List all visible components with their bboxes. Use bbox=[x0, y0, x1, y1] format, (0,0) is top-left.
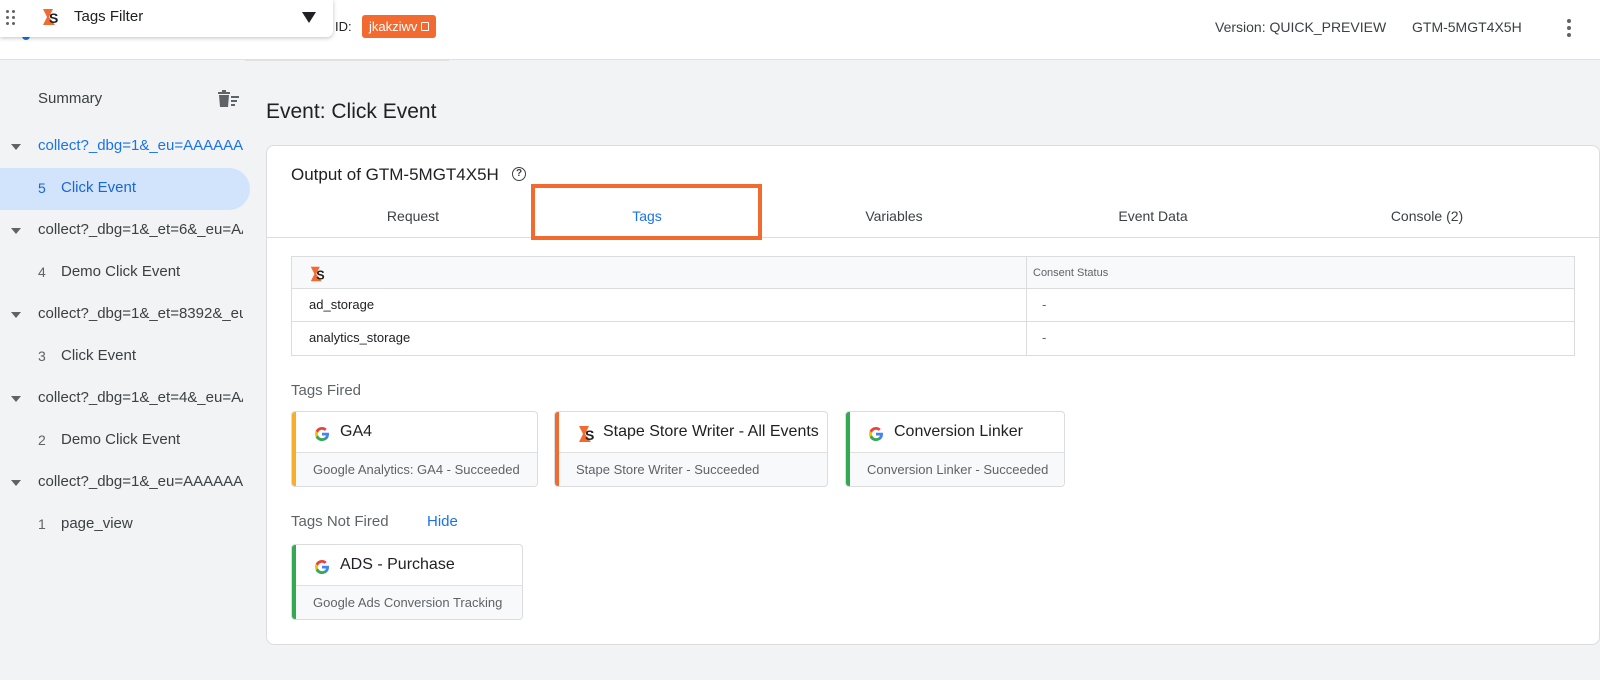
tag-card-footer: Stape Store Writer - Succeeded bbox=[559, 453, 827, 486]
page-title: Event: Click Event bbox=[266, 100, 437, 123]
copy-icon[interactable] bbox=[421, 22, 430, 31]
tab-event-data[interactable]: Event Data bbox=[1103, 208, 1203, 224]
hide-link[interactable]: Hide bbox=[427, 513, 458, 530]
tag-card-footer: Conversion Linker - Succeeded bbox=[850, 453, 1064, 486]
svg-text:S: S bbox=[49, 10, 58, 26]
consent-row: ad_storage - bbox=[292, 289, 1574, 322]
consent-table: S Consent Status ad_storage - analytics_… bbox=[291, 256, 1575, 356]
tags-filter-dropdown[interactable]: S Tags Filter bbox=[0, 0, 333, 37]
sidebar-event-item[interactable]: 4 Demo Click Event bbox=[0, 252, 250, 294]
sidebar-summary[interactable]: Summary bbox=[38, 90, 102, 107]
sidebar-request-item[interactable]: collect?_dbg=1&_eu=AAAAAAQ&_ bbox=[0, 462, 250, 504]
tags-not-fired-label: Tags Not Fired bbox=[291, 513, 389, 530]
tag-name: GA4 bbox=[340, 423, 373, 440]
tag-subtitle: Conversion Linker - Succeeded bbox=[867, 462, 1049, 477]
request-url: collect?_dbg=1&_eu=AAAAAAQ&_ bbox=[38, 137, 243, 154]
request-url: collect?_dbg=1&_et=8392&_eu=A bbox=[38, 305, 243, 322]
request-url: collect?_dbg=1&_et=4&_eu=AAAA bbox=[38, 389, 243, 406]
sidebar-event-item[interactable]: 3 Click Event bbox=[0, 336, 250, 378]
output-card: Output of GTM-5MGT4X5H ? Request Tags Va… bbox=[266, 145, 1600, 645]
consent-header-logo: S bbox=[292, 257, 1027, 288]
tag-card-ga4[interactable]: GA4 Google Analytics: GA4 - Succeeded bbox=[291, 411, 538, 487]
sidebar-event-item[interactable]: 1 page_view bbox=[0, 504, 250, 546]
google-icon bbox=[315, 560, 329, 574]
tab-bar: Request Tags Variables Event Data Consol… bbox=[267, 184, 1600, 240]
sidebar-request-item[interactable]: collect?_dbg=1&_et=6&_eu=AAAA bbox=[0, 210, 250, 252]
more-menu-icon[interactable] bbox=[1562, 16, 1576, 40]
tag-name: ADS - Purchase bbox=[340, 556, 455, 573]
tab-highlight-box bbox=[531, 184, 762, 240]
event-number: 2 bbox=[38, 432, 46, 448]
expand-arrow-icon[interactable] bbox=[11, 312, 21, 318]
event-number: 1 bbox=[38, 516, 46, 532]
expand-arrow-icon[interactable] bbox=[11, 396, 21, 402]
tag-card-ads-purchase[interactable]: ADS - Purchase Google Ads Conversion Tra… bbox=[291, 544, 523, 620]
container-id: GTM-5MGT4X5H bbox=[1412, 19, 1522, 35]
sidebar-event-item[interactable]: 5 Click Event bbox=[0, 168, 250, 210]
consent-type: analytics_storage bbox=[292, 322, 1027, 355]
stape-icon: S bbox=[579, 426, 594, 443]
dropdown-caret-icon[interactable] bbox=[302, 12, 316, 23]
expand-arrow-icon[interactable] bbox=[11, 228, 21, 234]
id-badge[interactable]: jkakziwv bbox=[362, 15, 437, 38]
id-label: ID: bbox=[335, 19, 352, 34]
stape-logo-icon: S bbox=[43, 9, 58, 26]
svg-text:S: S bbox=[585, 427, 594, 443]
consent-row: analytics_storage - bbox=[292, 322, 1574, 355]
tag-card-header: S Stape Store Writer - All Events bbox=[559, 412, 827, 453]
event-name: page_view bbox=[61, 515, 133, 532]
tag-card-header: Conversion Linker bbox=[850, 412, 1064, 453]
google-icon bbox=[315, 427, 329, 441]
sidebar-request-item[interactable]: collect?_dbg=1&_et=8392&_eu=A bbox=[0, 294, 250, 336]
sidebar-request-item[interactable]: collect?_dbg=1&_et=4&_eu=AAAA bbox=[0, 378, 250, 420]
help-icon[interactable]: ? bbox=[512, 167, 526, 181]
header-divider bbox=[245, 59, 449, 61]
tag-subtitle: Stape Store Writer - Succeeded bbox=[576, 462, 760, 477]
sidebar-event-item[interactable]: 2 Demo Click Event bbox=[0, 420, 250, 462]
consent-header-row: S Consent Status bbox=[292, 257, 1574, 289]
event-name: Click Event bbox=[61, 179, 137, 196]
event-number: 3 bbox=[38, 348, 46, 364]
tag-card-footer: Google Analytics: GA4 - Succeeded bbox=[296, 453, 537, 486]
clear-trash-icon[interactable] bbox=[216, 89, 240, 109]
tag-card-conversion-linker[interactable]: Conversion Linker Conversion Linker - Su… bbox=[845, 411, 1065, 487]
tag-card-header: GA4 bbox=[296, 412, 537, 453]
sidebar-request-item[interactable]: collect?_dbg=1&_eu=AAAAAAQ&_ bbox=[0, 126, 250, 168]
consent-type: ad_storage bbox=[292, 289, 1027, 321]
sidebar: Summary collect?_dbg=1&_eu=AAAAAAQ&_ 5 C… bbox=[0, 61, 250, 680]
tag-card-footer: Google Ads Conversion Tracking bbox=[296, 586, 522, 619]
tag-name: Conversion Linker bbox=[894, 423, 1023, 440]
output-title: Output of GTM-5MGT4X5H bbox=[291, 165, 499, 184]
version-label: Version: QUICK_PREVIEW bbox=[1215, 19, 1387, 35]
event-number: 4 bbox=[38, 264, 46, 280]
event-name: Click Event bbox=[61, 347, 137, 364]
event-number: 5 bbox=[38, 180, 46, 196]
tag-subtitle: Google Ads Conversion Tracking bbox=[313, 595, 503, 610]
expand-arrow-icon[interactable] bbox=[11, 144, 21, 150]
tags-filter-title: Tags Filter bbox=[74, 8, 144, 25]
svg-text:S: S bbox=[316, 268, 324, 282]
request-url: collect?_dbg=1&_et=6&_eu=AAAA bbox=[38, 221, 243, 238]
expand-arrow-icon[interactable] bbox=[11, 480, 21, 486]
tab-variables[interactable]: Variables bbox=[844, 208, 944, 224]
tags-fired-label: Tags Fired bbox=[291, 382, 362, 399]
request-url: collect?_dbg=1&_eu=AAAAAAQ&_ bbox=[38, 473, 243, 490]
tag-name: Stape Store Writer - All Events bbox=[603, 423, 819, 440]
stape-logo-icon: S bbox=[310, 266, 325, 282]
event-name: Demo Click Event bbox=[61, 431, 181, 448]
tab-console[interactable]: Console (2) bbox=[1377, 208, 1477, 224]
id-value: jkakziwv bbox=[369, 19, 418, 34]
consent-status: - bbox=[1042, 297, 1047, 312]
tag-subtitle: Google Analytics: GA4 - Succeeded bbox=[313, 462, 520, 477]
consent-status: - bbox=[1042, 330, 1047, 345]
consent-status-header: Consent Status bbox=[1033, 267, 1109, 279]
tag-card-header: ADS - Purchase bbox=[296, 545, 522, 586]
tab-request[interactable]: Request bbox=[373, 208, 453, 224]
drag-handle-icon[interactable] bbox=[6, 10, 16, 26]
event-name: Demo Click Event bbox=[61, 263, 181, 280]
tag-card-stape-store-writer[interactable]: S Stape Store Writer - All Events Stape … bbox=[554, 411, 828, 487]
google-icon bbox=[869, 427, 883, 441]
